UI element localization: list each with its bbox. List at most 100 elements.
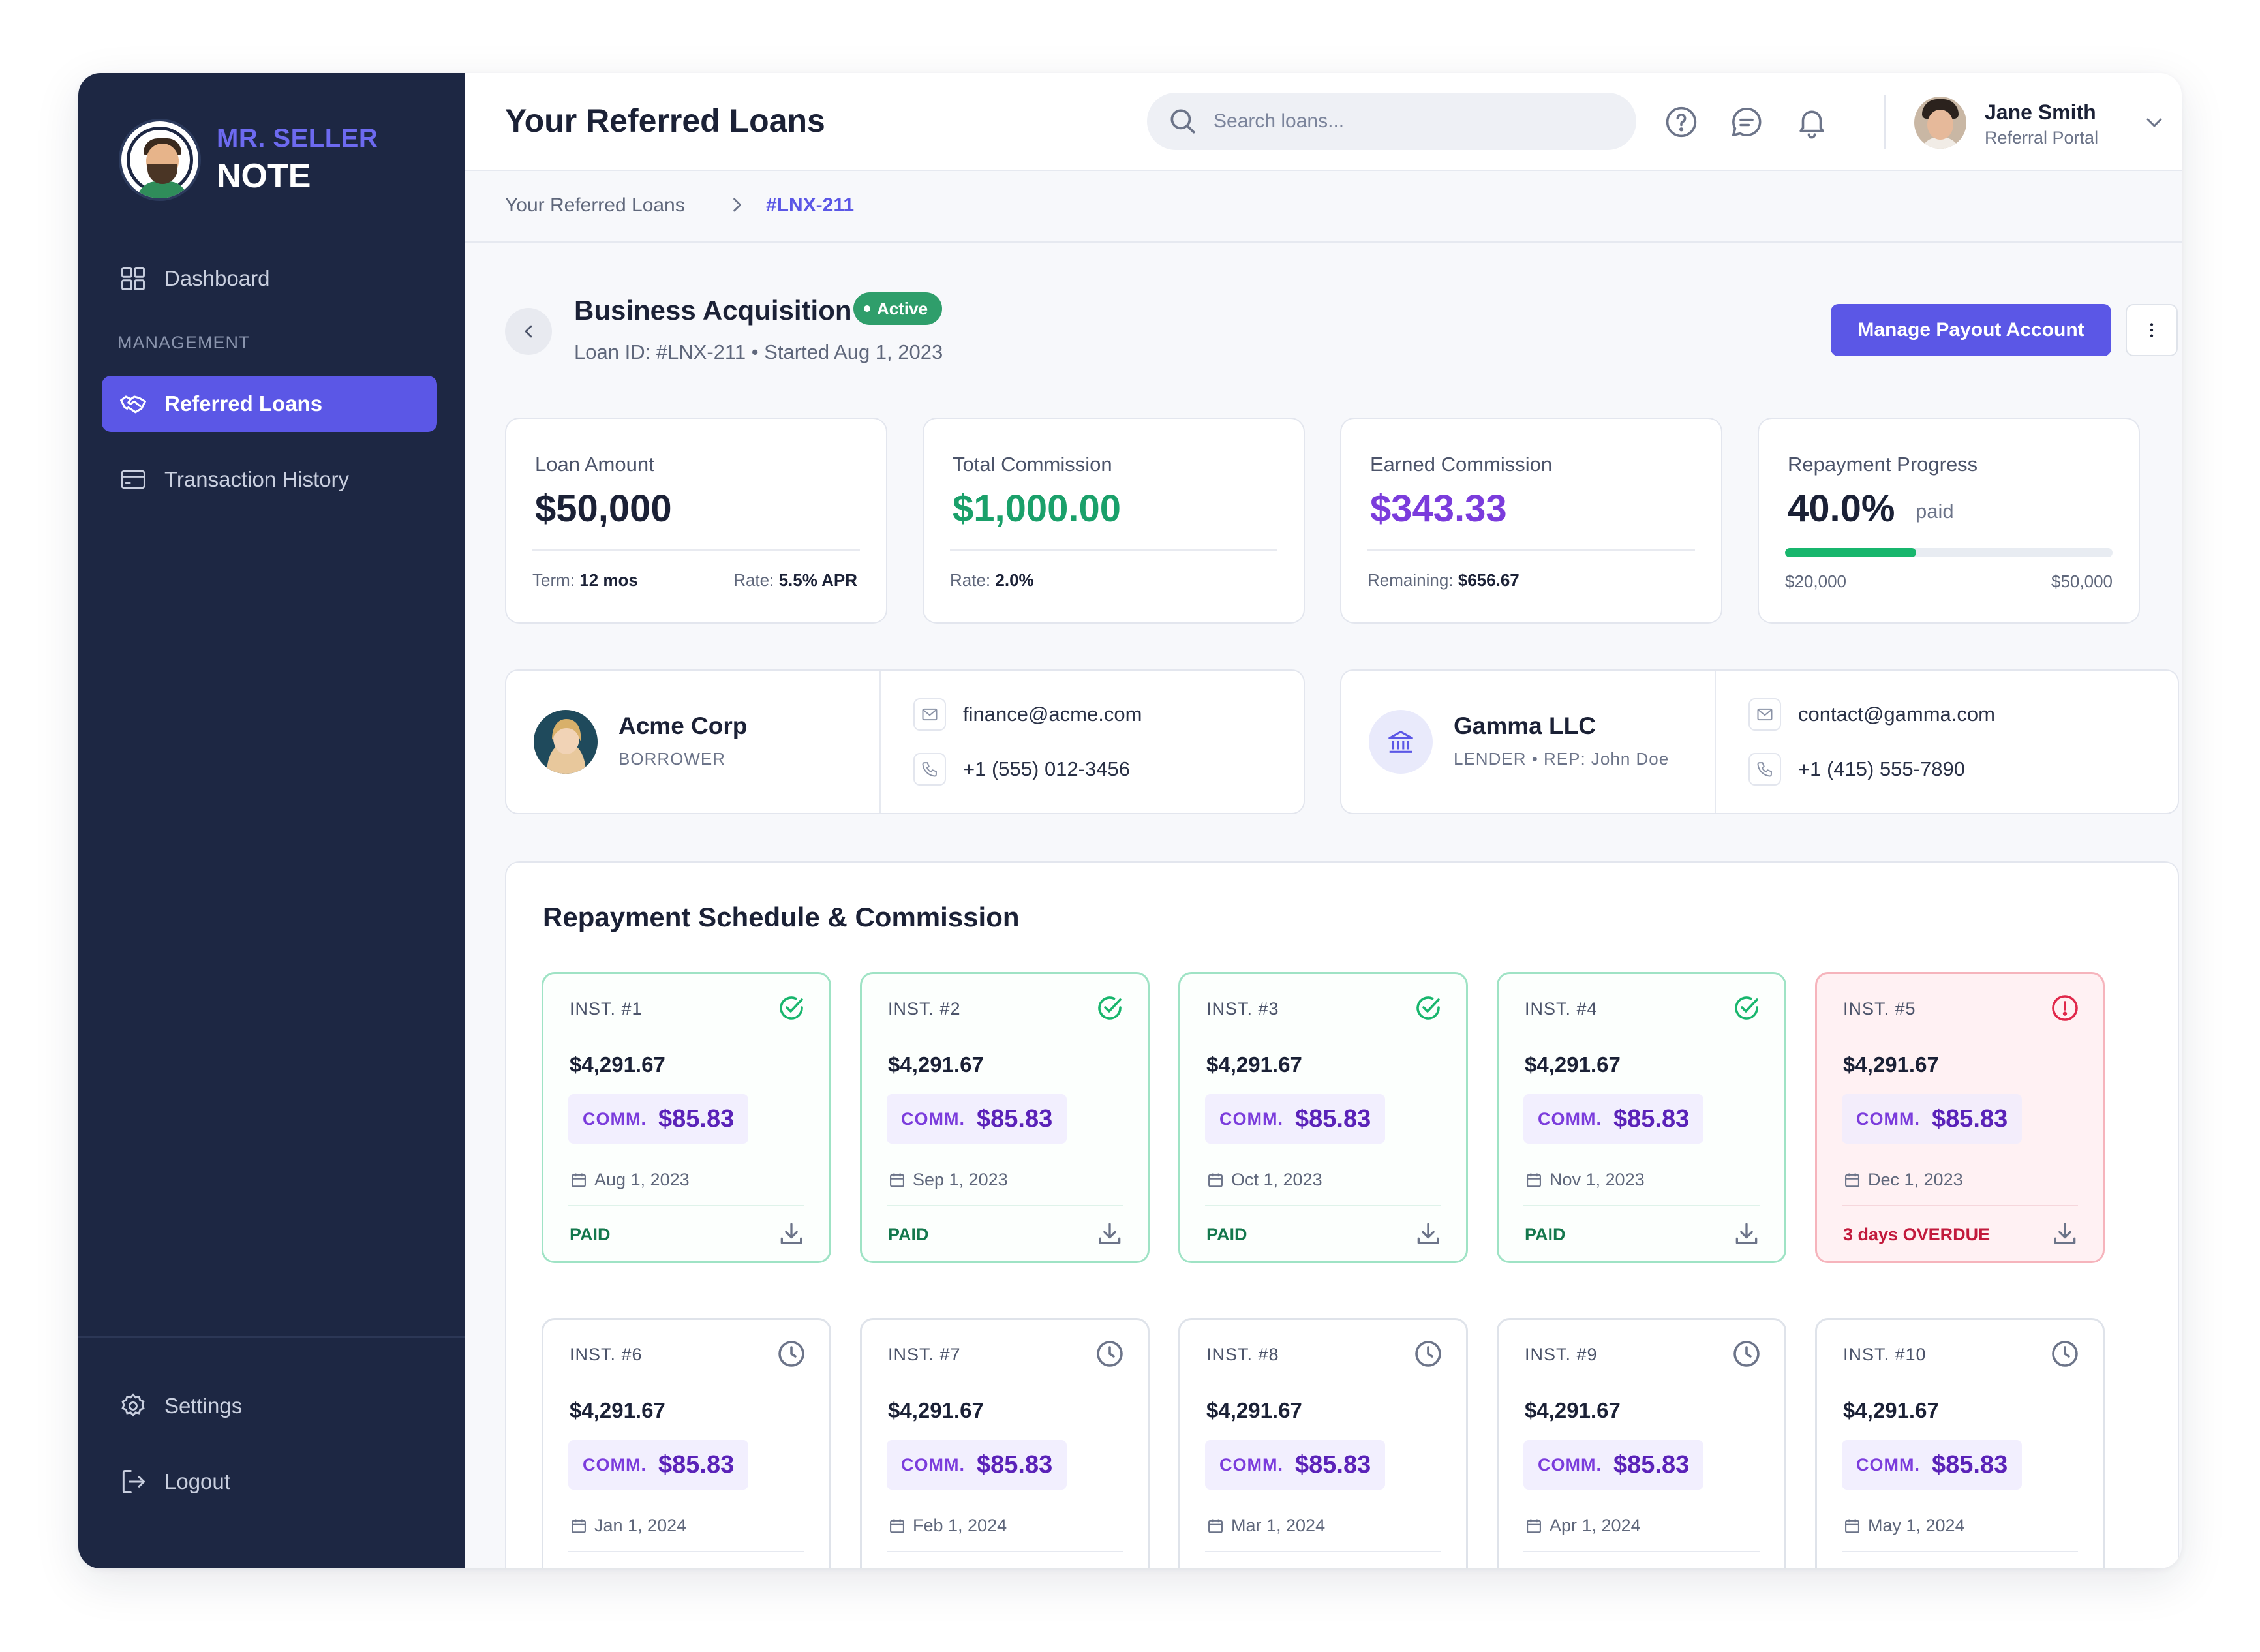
installment-card[interactable]: INST. #5 $4,291.67 COMM. $85.83 Dec 1, 2023 3… xyxy=(1815,972,2105,1263)
download-icon[interactable] xyxy=(1095,1565,1124,1568)
installment-amount: $4,291.67 xyxy=(1206,1398,1302,1422)
installment-card[interactable]: INST. #8$4,291.67COMM.$85.83Mar 1, 2024P… xyxy=(1178,1318,1468,1568)
installment-card[interactable]: INST. #4 $4,291.67 COMM. $85.83 Nov 1, 2023 P… xyxy=(1497,972,1786,1263)
brand-logo[interactable]: MR. SELLER NOTE xyxy=(119,119,378,201)
installment-date: Apr 1, 2024 xyxy=(1525,1516,1641,1536)
commission-value: $85.83 xyxy=(1931,1105,2008,1133)
chevron-down-icon[interactable] xyxy=(2141,110,2167,136)
download-icon[interactable] xyxy=(1732,1565,1761,1568)
installment-amount: $4,291.67 xyxy=(1525,1052,1621,1077)
user-role: Referral Portal xyxy=(1985,128,2099,147)
help-icon[interactable] xyxy=(1664,104,1699,140)
installment-amount: $4,291.67 xyxy=(888,1052,984,1077)
chat-icon[interactable] xyxy=(1729,104,1764,140)
stat-label: Repayment Progress xyxy=(1788,453,1978,476)
download-icon[interactable] xyxy=(2051,1219,2079,1248)
check-circle-icon xyxy=(1412,992,1444,1024)
sidebar-item-label: Dashboard xyxy=(164,266,270,290)
repayment-schedule: Repayment Schedule & Commission INST. #1… xyxy=(505,861,2179,1568)
download-icon[interactable] xyxy=(1414,1219,1443,1248)
commission-rate-value: 2.0% xyxy=(995,570,1034,590)
borrower-avatar xyxy=(534,710,598,774)
search-bar[interactable] xyxy=(1147,93,1636,150)
breadcrumb: Your Referred Loans #LNX-211 xyxy=(465,172,2182,243)
borrower-phone[interactable]: +1 (555) 012-3456 xyxy=(913,753,1130,786)
installment-card[interactable]: INST. #3 $4,291.67 COMM. $85.83 Oct 1, 2023 P… xyxy=(1178,972,1468,1263)
term-value: 12 mos xyxy=(579,570,638,590)
repayment-percent-value: 40.0% xyxy=(1788,487,1895,530)
installment-card[interactable]: INST. #2 $4,291.67 COMM. $85.83 Sep 1, 2023 P… xyxy=(860,972,1150,1263)
sidebar-item-dashboard[interactable]: Dashboard xyxy=(102,251,437,307)
sidebar-divider xyxy=(78,1336,465,1338)
calendar-icon xyxy=(570,1517,594,1535)
download-icon[interactable] xyxy=(1095,1219,1124,1248)
breadcrumb-parent-link[interactable]: Your Referred Loans xyxy=(505,194,685,217)
commission-label: COMM. xyxy=(1856,1454,1920,1475)
download-icon[interactable] xyxy=(777,1565,806,1568)
sidebar-item-label: Transaction History xyxy=(164,467,350,491)
avatar[interactable] xyxy=(1914,97,1966,149)
installment-card[interactable]: INST. #6$4,291.67COMM.$85.83Jan 1, 2024P… xyxy=(542,1318,831,1568)
total-commission-value: $1,000.00 xyxy=(953,487,1122,530)
term-info: Term: 12 mos xyxy=(532,570,638,590)
clock-icon xyxy=(1094,1338,1125,1369)
download-icon[interactable] xyxy=(1732,1219,1761,1248)
user-name[interactable]: Jane Smith xyxy=(1985,100,2096,125)
search-input[interactable] xyxy=(1214,110,1618,132)
installment-card[interactable]: INST. #9$4,291.67COMM.$85.83Apr 1, 2024P… xyxy=(1497,1318,1786,1568)
commission-rate-info: Rate: 2.0% xyxy=(950,570,1034,590)
download-icon[interactable] xyxy=(2051,1565,2079,1568)
brand-name-line1: MR. SELLER xyxy=(217,124,378,153)
installment-label: INST. #2 xyxy=(888,999,961,1018)
lender-email[interactable]: contact@gamma.com xyxy=(1748,698,1995,731)
installment-card[interactable]: INST. #7$4,291.67COMM.$85.83Feb 1, 2024P… xyxy=(860,1318,1150,1568)
main-content: Your Referred Loans Jane Smith Re xyxy=(465,73,2182,1568)
manage-payout-account-button[interactable]: Manage Payout Account xyxy=(1831,304,2111,356)
back-button[interactable] xyxy=(505,308,552,355)
more-options-button[interactable] xyxy=(2126,304,2178,356)
download-icon[interactable] xyxy=(777,1219,806,1248)
installment-date: Feb 1, 2024 xyxy=(888,1516,1007,1536)
calendar-icon xyxy=(1525,1171,1550,1189)
installment-card[interactable]: INST. #1 $4,291.67 COMM. $85.83 Aug 1, 2023 P… xyxy=(542,972,831,1263)
installment-card[interactable]: INST. #10 $4,291.67 COMM. $85.83 May 1, 2024… xyxy=(1815,1318,2105,1568)
sidebar-item-transaction-history[interactable]: Transaction History xyxy=(102,451,437,508)
commission-label: COMM. xyxy=(1856,1109,1920,1129)
commission-value: $85.83 xyxy=(1613,1450,1690,1478)
status-badge-label: Active xyxy=(877,298,928,318)
mascot-logo-icon xyxy=(119,119,201,201)
more-vertical-icon xyxy=(2150,323,2154,337)
installment-label: INST. #6 xyxy=(570,1345,643,1364)
gear-icon xyxy=(121,1393,145,1417)
sidebar-item-referred-loans[interactable]: Referred Loans xyxy=(102,376,437,432)
calendar-icon xyxy=(1843,1171,1868,1189)
breadcrumb-current: #LNX-211 xyxy=(766,194,855,216)
alert-circle-icon xyxy=(2049,992,2081,1024)
sidebar-section-label: MANAGEMENT xyxy=(117,333,251,352)
installment-date: Sep 1, 2023 xyxy=(888,1170,1008,1190)
commission-chip: COMM. $85.83 xyxy=(1523,1440,1704,1490)
calendar-icon xyxy=(1206,1517,1231,1535)
stat-label: Total Commission xyxy=(953,453,1112,476)
commission-chip: COMM. $85.83 xyxy=(1523,1094,1704,1144)
bell-icon[interactable] xyxy=(1794,104,1829,140)
sidebar-item-settings[interactable]: Settings xyxy=(102,1378,437,1434)
commission-label: COMM. xyxy=(583,1109,647,1129)
download-icon[interactable] xyxy=(1414,1565,1443,1568)
brand-name-line2: NOTE xyxy=(217,157,311,196)
borrower-email[interactable]: finance@acme.com xyxy=(913,698,1142,731)
phone-icon xyxy=(1748,753,1781,786)
installment-label: INST. #1 xyxy=(570,999,643,1018)
repayment-progress-bar xyxy=(1785,548,2113,557)
credit-card-icon xyxy=(121,470,145,489)
mail-icon xyxy=(1748,698,1781,731)
sidebar-item-logout[interactable]: Logout xyxy=(102,1454,437,1510)
calendar-icon xyxy=(888,1171,913,1189)
lender-phone[interactable]: +1 (415) 555-7890 xyxy=(1748,753,1965,786)
commission-value: $85.83 xyxy=(1931,1450,2008,1478)
lender-name: Gamma LLC xyxy=(1454,712,1596,739)
repayment-paid-amount: $20,000 xyxy=(1785,572,1846,591)
commission-chip: COMM. $85.83 xyxy=(1205,1094,1386,1144)
commission-chip: COMM. $85.83 xyxy=(1205,1440,1386,1490)
top-bar: Your Referred Loans Jane Smith Re xyxy=(465,73,2182,171)
